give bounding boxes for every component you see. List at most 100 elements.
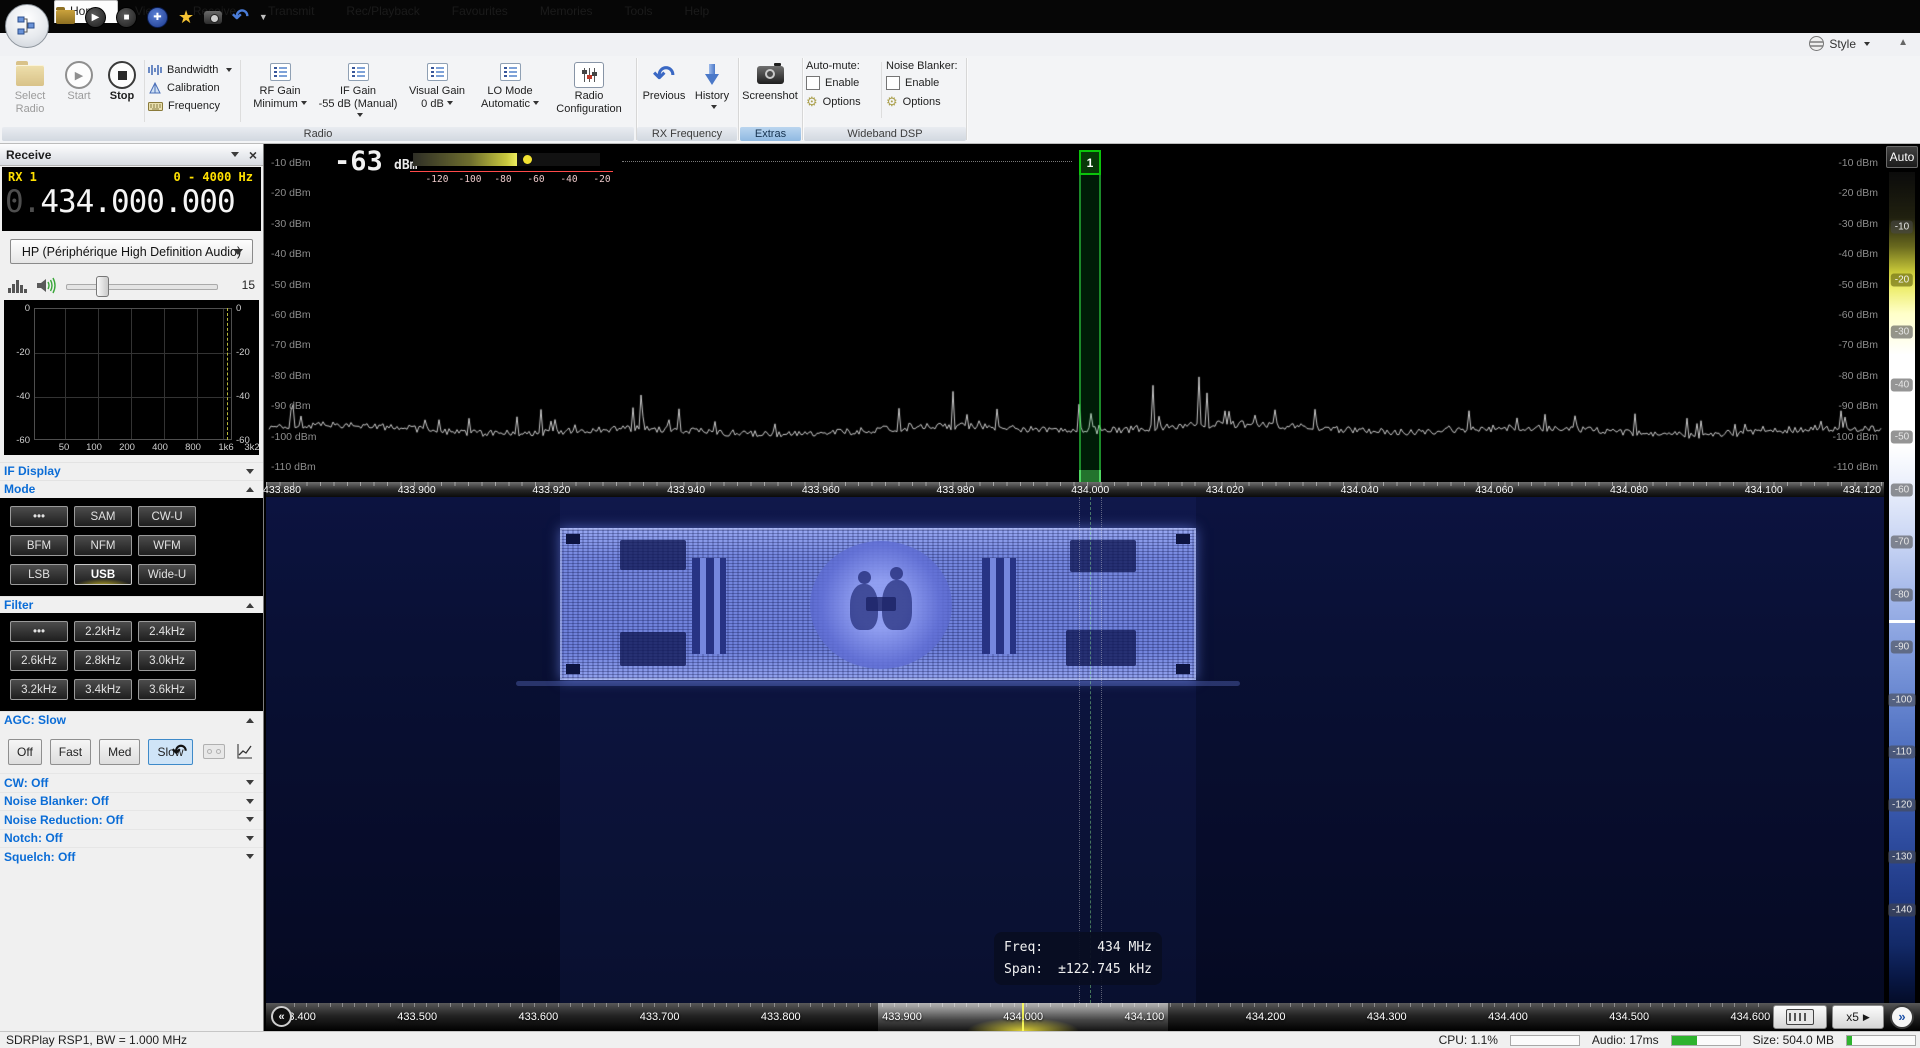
dbm-label-right: -10 dBm: [1838, 157, 1878, 169]
bandwidth-button[interactable]: Bandwidth: [148, 62, 238, 77]
section-noise-reduction[interactable]: Noise Reduction: Off: [0, 810, 263, 828]
equalizer-icon[interactable]: [8, 278, 28, 294]
mode-button-cw-u[interactable]: CW-U: [138, 506, 196, 527]
section-mode[interactable]: Mode: [0, 480, 263, 497]
visual-gain-button[interactable]: Visual Gain 0 dB: [402, 58, 472, 124]
open-icon[interactable]: [56, 10, 75, 24]
section-agc[interactable]: AGC: Slow: [0, 711, 263, 728]
section-notch[interactable]: Notch: Off: [0, 829, 263, 847]
screenshot-button[interactable]: Screenshot: [741, 58, 799, 124]
palette-gradient[interactable]: [1889, 172, 1915, 1003]
undo-icon[interactable]: ↶: [232, 9, 249, 25]
rf-gain-button[interactable]: RF Gain Minimum: [244, 58, 316, 124]
play-icon[interactable]: ▶: [85, 7, 106, 28]
auto-mute-enable[interactable]: Enable: [806, 74, 859, 91]
filter-button-3-0khz[interactable]: 3.0kHz: [138, 650, 196, 671]
tuning-marker-band[interactable]: [1079, 175, 1101, 470]
zoom-button[interactable]: x5 ▶: [1832, 1005, 1884, 1029]
filter-button-dots[interactable]: •••: [10, 621, 68, 642]
panel-menu-icon[interactable]: [231, 152, 239, 157]
tab-help[interactable]: Help: [670, 0, 725, 23]
scroll-right-button[interactable]: »: [1890, 1005, 1914, 1029]
frequency-entry-button[interactable]: [1773, 1005, 1827, 1029]
auto-mute-options[interactable]: ⚙ Options: [806, 93, 861, 110]
cpu-status: CPU: 1.1%: [1439, 1033, 1498, 1047]
frequency-button[interactable]: Frequency: [148, 98, 238, 113]
volume-slider-handle[interactable]: [96, 276, 109, 297]
section-cw[interactable]: CW: Off: [0, 773, 263, 791]
freq-axis-label: 433.880: [263, 484, 301, 496]
lo-mode-button[interactable]: LO Mode Automatic: [474, 58, 546, 124]
radio-configuration-button[interactable]: Radio Configuration: [548, 58, 630, 124]
stop-button[interactable]: Stop: [102, 58, 142, 124]
noise-blanker-options[interactable]: ⚙ Options: [886, 93, 941, 110]
tab-rec-playback[interactable]: Rec/Playback: [331, 0, 434, 23]
section-label: CW: Off: [4, 776, 48, 790]
noise-blanker-enable-checkbox[interactable]: [886, 76, 900, 90]
section-filter[interactable]: Filter: [0, 596, 263, 613]
stop-icon[interactable]: ■: [116, 7, 137, 28]
filter-button-3-2khz[interactable]: 3.2kHz: [10, 679, 68, 700]
tab-tools[interactable]: Tools: [610, 0, 668, 23]
previous-button[interactable]: ↶ Previous: [641, 58, 687, 124]
tuning-marker-flag[interactable]: 1: [1079, 150, 1101, 175]
filter-button-3-4khz[interactable]: 3.4kHz: [74, 679, 132, 700]
audio-device-select[interactable]: HP (Périphérique High Definition Audio): [10, 239, 253, 264]
favourite-icon[interactable]: ★: [178, 8, 194, 26]
mode-button-lsb[interactable]: LSB: [10, 564, 68, 585]
mode-button-nfm[interactable]: NFM: [74, 535, 132, 556]
agc-button-off[interactable]: Off: [8, 739, 42, 765]
if-gain-icon: [348, 63, 369, 81]
scroll-left-button[interactable]: «: [271, 1006, 292, 1027]
if-gain-button[interactable]: IF Gain -55 dB (Manual): [316, 58, 400, 124]
mode-button-wfm[interactable]: WFM: [138, 535, 196, 556]
filter-button-3-6khz[interactable]: 3.6kHz: [138, 679, 196, 700]
tab-favourites[interactable]: Favourites: [437, 0, 523, 23]
mode-button-usb[interactable]: USB: [74, 564, 132, 585]
section-noise-blanker[interactable]: Noise Blanker: Off: [0, 792, 263, 810]
application-menu-button[interactable]: [5, 4, 49, 48]
mode-button-wide-u[interactable]: Wide-U: [138, 564, 196, 585]
agc-undo-icon[interactable]: ↶: [172, 741, 187, 762]
band-navigation-bar[interactable]: 433.400433.500433.600433.700433.800433.9…: [266, 1003, 1920, 1031]
mode-button-bfm[interactable]: BFM: [10, 535, 68, 556]
collapse-icon: [246, 718, 254, 723]
filter-button-2-4khz[interactable]: 2.4kHz: [138, 621, 196, 642]
receive-panel-header[interactable]: Receive ×: [0, 144, 263, 166]
section-squelch[interactable]: Squelch: Off: [0, 847, 263, 865]
calibration-button[interactable]: Calibration: [148, 80, 238, 95]
spectrum-display[interactable]: -63 dBm -120-100-80-60-40-20 1 -10 dBm-1…: [266, 144, 1884, 497]
filter-button-2-2khz[interactable]: 2.2kHz: [74, 621, 132, 642]
filter-button-2-6khz[interactable]: 2.6kHz: [10, 650, 68, 671]
filter-button-2-8khz[interactable]: 2.8kHz: [74, 650, 132, 671]
add-icon[interactable]: ✚: [147, 7, 168, 28]
palette-auto-button[interactable]: Auto: [1886, 146, 1918, 168]
mode-button-sam[interactable]: SAM: [74, 506, 132, 527]
style-menu[interactable]: Style: [1809, 36, 1870, 51]
noise-blanker-enable[interactable]: Enable: [886, 74, 939, 91]
agc-button-fast[interactable]: Fast: [50, 739, 91, 765]
gear-icon: ⚙: [806, 95, 818, 108]
agc-recorder-icon[interactable]: [203, 744, 225, 759]
auto-mute-enable-checkbox[interactable]: [806, 76, 820, 90]
camera-icon[interactable]: [204, 11, 222, 24]
section-if-display[interactable]: IF Display: [0, 462, 263, 479]
spectrum-frequency-axis[interactable]: 433.880433.900433.920433.940433.960433.9…: [266, 482, 1884, 497]
agc-button-med[interactable]: Med: [99, 739, 140, 765]
palette-handle[interactable]: [1889, 620, 1915, 623]
history-button[interactable]: History: [689, 58, 735, 124]
palette-level-label: -130: [1888, 851, 1916, 864]
speaker-icon[interactable]: [36, 277, 58, 294]
tab-memories[interactable]: Memories: [525, 0, 608, 23]
toolbar-dropdown-icon[interactable]: ▼: [259, 12, 268, 22]
select-radio-button[interactable]: Select Radio: [4, 58, 56, 124]
waterfall-display[interactable]: Freq: 434 MHz Span: ±122.745 kHz: [266, 497, 1884, 1003]
panel-close-icon[interactable]: ×: [249, 149, 257, 161]
ribbon-collapse-icon[interactable]: ▲: [1898, 37, 1908, 48]
frequency-readout[interactable]: 0.434.000.000: [5, 184, 235, 220]
agc-chart-icon[interactable]: [236, 742, 254, 760]
start-button[interactable]: ▶ Start: [58, 58, 100, 124]
mode-button-dots[interactable]: •••: [10, 506, 68, 527]
freq-axis-label: 433.940: [667, 484, 705, 496]
volume-slider-track[interactable]: [66, 284, 218, 290]
